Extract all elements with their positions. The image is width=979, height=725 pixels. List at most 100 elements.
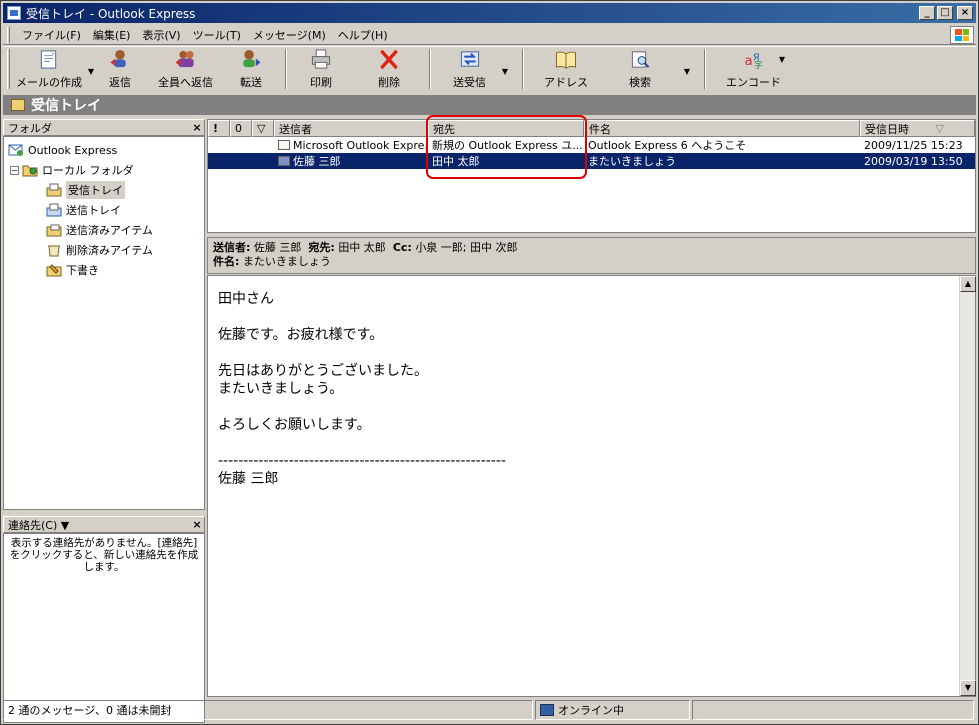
column-flag[interactable]: ▽ (252, 120, 274, 137)
reply-all-icon (175, 50, 194, 68)
contacts-empty-message: 表示する連絡先がありません。[連絡先]をクリックすると、新しい連絡先を作成します… (9, 537, 199, 573)
encoding-button[interactable]: aЯ字 エンコード ▼ (726, 49, 785, 93)
column-attachment[interactable]: 0 (230, 120, 252, 137)
contacts-pane-header: 連絡先(C) ▼ × (3, 516, 205, 533)
send-receive-dropdown-icon[interactable]: ▼ (502, 67, 508, 76)
message-row[interactable]: Microsoft Outlook Expre... 新規の Outlook E… (208, 137, 975, 153)
outlook-express-window: 受信トレイ - Outlook Express _ □ × ファイル(F) 編集… (0, 0, 979, 725)
outlook-express-icon (7, 6, 21, 20)
column-from[interactable]: 送信者 (274, 120, 428, 137)
folder-local-folders[interactable]: − ローカル フォルダ (4, 160, 204, 180)
window-title: 受信トレイ - Outlook Express (26, 6, 196, 21)
encoding-icon: a Я字 (744, 52, 763, 70)
close-button[interactable]: × (957, 6, 973, 20)
toolbar: メールの作成 ▼ 返信 全員へ返信 転送 印刷 削除 送受信 ▼ アドレス 検索… (3, 46, 976, 93)
preview-cc: 小泉 一郎; 田中 次郎 (415, 241, 518, 254)
folder-tree: Outlook Express − ローカル フォルダ 受信トレイ 送信トレイ … (3, 136, 205, 510)
preview-pane: 田中さん 佐藤です。お疲れ様です。 先日はありがとうございました。 またいきまし… (207, 275, 976, 697)
scroll-down-icon[interactable]: ▼ (960, 680, 976, 696)
folder-deleted-items[interactable]: 削除済みアイテム (4, 240, 204, 260)
reply-button[interactable]: 返信 (108, 49, 132, 93)
scroll-up-icon[interactable]: ▲ (960, 276, 976, 292)
sort-descending-icon: ▽ (935, 122, 944, 135)
menu-grip[interactable] (7, 26, 10, 43)
menu-bar: ファイル(F) 編集(E) 表示(V) ツール(T) メッセージ(M) ヘルプ(… (3, 25, 976, 45)
encoding-dropdown-icon[interactable]: ▼ (779, 55, 785, 64)
status-empty (692, 700, 974, 720)
unread-envelope-icon (278, 156, 290, 166)
title-bar[interactable]: 受信トレイ - Outlook Express _ □ × (3, 3, 976, 23)
forward-icon (243, 49, 261, 68)
status-message-count: 2 通のメッセージ、0 通は未開封 (3, 700, 533, 720)
preview-scrollbar[interactable]: ▲ ▼ (959, 276, 976, 696)
menu-message[interactable]: メッセージ(M) (247, 27, 332, 43)
left-pane: フォルダ × Outlook Express − ローカル フォルダ 受信トレイ… (3, 119, 205, 723)
folders-pane-close-button[interactable]: × (190, 121, 204, 134)
maximize-button[interactable]: □ (937, 6, 953, 20)
compose-button[interactable]: メールの作成 ▼ (16, 49, 94, 93)
column-priority[interactable]: ! (208, 120, 230, 137)
toolbar-separator (429, 48, 431, 89)
preview-subject: またいきましょう (242, 255, 331, 268)
local-folders-icon (22, 165, 38, 177)
inbox-icon (46, 183, 62, 197)
find-button[interactable]: 検索 ▼ (628, 49, 690, 93)
addresses-button[interactable]: アドレス (544, 49, 588, 93)
send-receive-icon (460, 51, 479, 67)
delete-x-icon (380, 49, 398, 70)
address-book-icon (555, 51, 577, 69)
minimize-button[interactable]: _ (919, 6, 935, 20)
send-receive-button[interactable]: 送受信 ▼ (453, 49, 508, 93)
column-to[interactable]: 宛先 (428, 120, 584, 137)
menu-file[interactable]: ファイル(F) (16, 27, 87, 43)
message-row-selected[interactable]: 佐藤 三郎 田中 太郎 またいきましょう 2009/03/19 13:50 (208, 153, 975, 169)
menu-help[interactable]: ヘルプ(H) (332, 27, 394, 43)
menu-tools[interactable]: ツール(T) (187, 27, 247, 43)
folder-title: 受信トレイ (31, 98, 101, 114)
print-button[interactable]: 印刷 (309, 49, 333, 93)
reply-all-button[interactable]: 全員へ返信 (158, 49, 213, 93)
folder-outlook-express[interactable]: Outlook Express (4, 140, 204, 160)
message-list-header: ! 0 ▽ 送信者 宛先 件名 受信日時 ▽ (208, 120, 975, 137)
preview-to: 田中 太郎 (338, 241, 386, 254)
find-dropdown-icon[interactable]: ▼ (684, 67, 690, 76)
compose-dropdown-icon[interactable]: ▼ (88, 67, 94, 76)
forward-button[interactable]: 転送 (239, 49, 263, 93)
reply-icon (110, 49, 126, 68)
folder-title-bar: 受信トレイ (3, 95, 976, 115)
menu-view[interactable]: 表示(V) (136, 27, 186, 43)
contacts-pane-close-button[interactable]: × (190, 518, 204, 531)
menu-edit[interactable]: 編集(E) (87, 27, 137, 43)
windows-logo-icon (950, 26, 974, 44)
toolbar-separator (522, 48, 524, 89)
folder-drafts[interactable]: 下書き (4, 260, 204, 280)
sent-items-icon (46, 224, 62, 237)
preview-from: 佐藤 三郎 (253, 241, 302, 254)
new-mail-icon (40, 50, 57, 69)
contacts-menu-button[interactable]: 連絡先(C) ▼ (8, 517, 190, 533)
status-online: オンライン中 (535, 700, 690, 720)
toolbar-grip[interactable] (7, 48, 10, 89)
status-bar: 2 通のメッセージ、0 通は未開封 オンライン中 (3, 700, 976, 722)
find-icon (631, 51, 650, 68)
svg-text:字: 字 (754, 59, 763, 70)
deleted-items-icon (48, 245, 60, 257)
column-subject[interactable]: 件名 (584, 120, 860, 137)
folder-sent-items[interactable]: 送信済みアイテム (4, 220, 204, 240)
folder-outbox[interactable]: 送信トレイ (4, 200, 204, 220)
online-computer-icon (540, 704, 554, 716)
message-body: 田中さん 佐藤です。お疲れ様です。 先日はありがとうございました。 またいきまし… (218, 291, 506, 487)
folder-inbox[interactable]: 受信トレイ (4, 180, 204, 200)
message-list: ! 0 ▽ 送信者 宛先 件名 受信日時 ▽ Microsoft Outlook… (207, 119, 976, 233)
printer-icon (311, 49, 331, 69)
collapse-icon[interactable]: − (10, 165, 19, 175)
toolbar-separator (285, 48, 287, 89)
outbox-icon (46, 203, 62, 217)
delete-button[interactable]: 削除 (377, 49, 401, 93)
inbox-icon (11, 99, 25, 111)
read-envelope-icon (278, 140, 290, 150)
contacts-pane: 表示する連絡先がありません。[連絡先]をクリックすると、新しい連絡先を作成します… (3, 533, 205, 723)
toolbar-separator (704, 48, 706, 89)
column-received[interactable]: 受信日時 ▽ (860, 120, 975, 137)
preview-header: 送信者: 佐藤 三郎 宛先: 田中 太郎 Cc: 小泉 一郎; 田中 次郎 件名… (207, 237, 976, 274)
